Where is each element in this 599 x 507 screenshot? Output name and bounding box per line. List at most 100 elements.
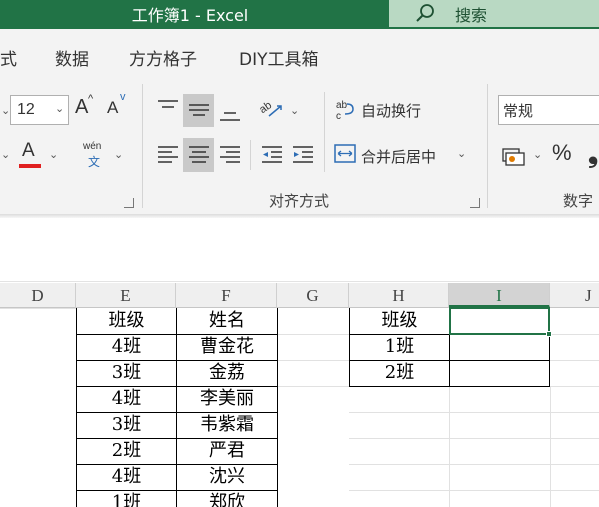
font-name-dropdown-chevron-icon[interactable]: ⌄: [1, 104, 10, 117]
number-format-value: 常规: [503, 102, 534, 120]
chevron-down-icon[interactable]: ⌄: [290, 104, 299, 117]
table-cell[interactable]: 1班: [77, 490, 176, 507]
table-border: [349, 386, 550, 387]
gridline: [449, 386, 450, 507]
table-cell[interactable]: 严君: [177, 438, 277, 464]
align-right-icon[interactable]: [218, 144, 242, 166]
search-box[interactable]: 搜索: [389, 0, 599, 27]
shrink-font-icon: A: [107, 98, 119, 117]
font-color-swatch: [19, 164, 41, 168]
font-color-icon: A: [22, 140, 35, 161]
merge-center-button[interactable]: 合并后居中 ⌄: [333, 140, 473, 168]
table-cell[interactable]: 1班: [350, 334, 449, 360]
accounting-format-icon[interactable]: [501, 146, 525, 168]
search-label: 搜索: [455, 6, 488, 25]
align-left-icon[interactable]: [156, 144, 180, 166]
table-cell[interactable]: 沈兴: [177, 464, 277, 490]
separator: [142, 84, 143, 208]
gridline: [277, 334, 349, 335]
column-header-j[interactable]: J: [550, 283, 599, 308]
wrap-text-label: 自动换行: [361, 102, 422, 120]
table-cell[interactable]: 4班: [77, 386, 176, 412]
gridline: [550, 360, 599, 361]
window-title: 工作簿1 - Excel: [131, 6, 249, 25]
font-size-value: 12: [17, 101, 35, 118]
phonetic-icon: 文: [88, 155, 101, 169]
gridline: [349, 490, 599, 491]
comma-style-icon[interactable]: ❟: [588, 138, 598, 170]
table-cell[interactable]: 2班: [350, 360, 449, 386]
chevron-down-icon[interactable]: ⌄: [114, 148, 123, 161]
caret-down-icon: v: [120, 91, 126, 103]
fill-color-dropdown-chevron-icon[interactable]: ⌄: [1, 148, 10, 161]
table-border: [277, 308, 278, 507]
percent-style-button[interactable]: %: [552, 140, 572, 166]
column-header-f[interactable]: F: [176, 283, 277, 308]
table-cell[interactable]: 班级: [77, 308, 176, 334]
active-cell-selection[interactable]: [449, 307, 550, 335]
fill-handle[interactable]: [546, 331, 552, 337]
tab-fangfangezi[interactable]: 方方格子: [129, 45, 197, 70]
title-bar: 工作簿1 - Excel 搜索: [0, 0, 599, 29]
font-dialog-launcher-icon[interactable]: [124, 198, 134, 208]
tab-formulas[interactable]: 式: [0, 45, 17, 70]
gridline: [0, 308, 76, 309]
font-size-select[interactable]: 12 ⌄: [10, 95, 69, 125]
phonetic-pinyin: wén: [83, 141, 102, 152]
gridline: [550, 334, 599, 335]
shrink-font-button[interactable]: A v: [106, 91, 130, 122]
number-group-label: 数字: [563, 192, 594, 210]
column-header-e[interactable]: E: [76, 283, 176, 308]
column-headers: D E F G H I J: [0, 283, 599, 308]
grow-font-button[interactable]: A ^: [74, 93, 98, 122]
column-header-i[interactable]: I: [449, 283, 550, 308]
caret-up-icon: ^: [88, 93, 94, 105]
bottom-align-icon[interactable]: [218, 101, 242, 123]
column-header-g[interactable]: G: [277, 283, 349, 308]
phonetic-guide-button[interactable]: wén 文: [82, 141, 108, 170]
gridline: [349, 464, 599, 465]
svg-text:ab: ab: [336, 100, 348, 111]
table-cell[interactable]: 韦紫霜: [177, 412, 277, 438]
chevron-down-icon[interactable]: ⌄: [49, 148, 58, 161]
table-cell[interactable]: 金荔: [177, 360, 277, 386]
gridline: [550, 386, 599, 387]
top-align-icon[interactable]: [156, 99, 180, 121]
alignment-group-label: 对齐方式: [269, 192, 330, 210]
font-color-button[interactable]: A: [17, 140, 45, 170]
tab-data[interactable]: 数据: [55, 45, 89, 70]
chevron-down-icon[interactable]: ⌄: [533, 148, 542, 161]
alignment-dialog-launcher-icon[interactable]: [470, 198, 480, 208]
table-cell[interactable]: 3班: [77, 360, 176, 386]
table-cell[interactable]: 班级: [350, 308, 449, 334]
table-cell[interactable]: 郑欣: [177, 490, 277, 507]
decrease-indent-icon[interactable]: [260, 144, 284, 166]
table-cell[interactable]: 2班: [77, 438, 176, 464]
gridline: [277, 386, 349, 387]
gridline: [277, 360, 349, 361]
gridline: [550, 386, 551, 507]
wrap-text-icon: ab c: [336, 100, 354, 121]
search-icon: [416, 4, 434, 22]
separator: [324, 92, 325, 172]
column-header-h[interactable]: H: [349, 283, 449, 308]
formula-bar-area[interactable]: [0, 218, 599, 282]
orientation-icon[interactable]: ab: [259, 96, 287, 122]
grow-font-icon: A: [75, 96, 89, 118]
column-header-d[interactable]: D: [0, 283, 76, 308]
table-cell[interactable]: 李美丽: [177, 386, 277, 412]
merge-center-label: 合并后居中: [361, 148, 437, 166]
tab-diy-toolbox[interactable]: DIY工具箱: [239, 45, 319, 70]
table-cell[interactable]: 4班: [77, 334, 176, 360]
table-cell[interactable]: 曹金花: [177, 334, 277, 360]
table-cell[interactable]: 3班: [77, 412, 176, 438]
increase-indent-icon[interactable]: [291, 144, 315, 166]
chevron-down-icon: ⌄: [55, 103, 65, 115]
number-format-select[interactable]: 常规: [498, 95, 599, 125]
wrap-text-button[interactable]: ab c 自动换行: [333, 96, 433, 124]
table-cell[interactable]: 4班: [77, 464, 176, 490]
align-center-icon[interactable]: [187, 144, 211, 166]
gridline: [349, 412, 599, 413]
table-cell[interactable]: 姓名: [177, 308, 277, 334]
middle-align-icon[interactable]: [187, 99, 211, 121]
